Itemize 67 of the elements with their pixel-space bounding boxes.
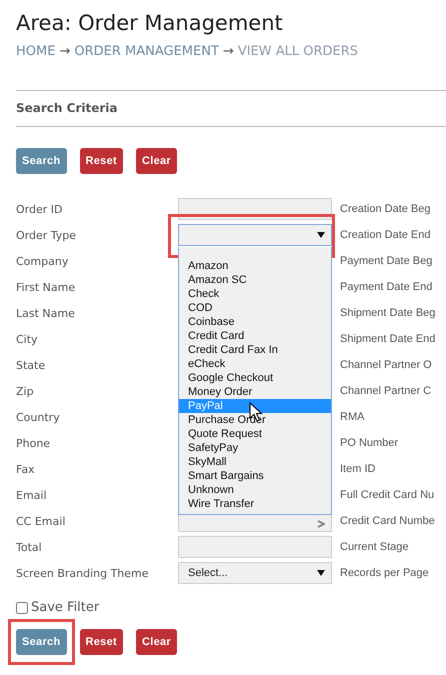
- field-label: Email: [16, 488, 48, 502]
- breadcrumb-link[interactable]: ORDER MANAGEMENT: [74, 44, 219, 60]
- field-label: RMA: [340, 411, 364, 423]
- dropdown-option[interactable]: Amazon SC: [179, 273, 331, 287]
- page-title: Area: Order Management: [16, 10, 284, 37]
- field-label: Phone: [16, 436, 52, 450]
- field-label: Zip: [16, 384, 35, 398]
- field-label: First Name: [16, 280, 76, 294]
- field-label: Creation Date Beg: [340, 203, 430, 215]
- field-label: Total: [16, 540, 43, 554]
- field-label: Full Credit Card Nu: [340, 489, 434, 501]
- dropdown-option[interactable]: Quote Request: [179, 427, 331, 441]
- field-label: Order Type: [16, 228, 78, 242]
- dropdown-option[interactable]: Credit Card Fax In: [179, 343, 331, 357]
- field-label: Channel Partner C: [340, 385, 432, 397]
- field-label: Credit Card Numbe: [340, 515, 435, 527]
- chevron-icon: [317, 520, 325, 528]
- field-label: Channel Partner O: [340, 359, 432, 371]
- field-label: Shipment Date End: [340, 333, 436, 345]
- field-label: Records per Page: [340, 567, 429, 579]
- caret-icon: [317, 232, 325, 238]
- dropdown-option[interactable]: SafetyPay: [179, 441, 331, 455]
- field-label: Fax: [16, 462, 36, 476]
- breadcrumb-separator: →: [222, 44, 234, 60]
- caret-icon: [317, 570, 325, 576]
- dropdown-option[interactable]: Smart Bargains: [179, 469, 331, 483]
- field-label: State: [16, 358, 46, 372]
- clear-button[interactable]: Clear: [136, 148, 177, 174]
- select-field[interactable]: Select...: [178, 562, 332, 584]
- dropdown-option[interactable]: eCheck: [179, 357, 331, 371]
- section-title: Search Criteria: [16, 100, 118, 117]
- checkbox[interactable]: [16, 602, 28, 614]
- dropdown-option[interactable]: Check: [179, 287, 331, 301]
- checkbox-label: Save Filter: [31, 600, 100, 615]
- field-label: Last Name: [16, 306, 76, 320]
- dropdown-option[interactable]: Money Order: [179, 385, 331, 399]
- field-label: Item ID: [340, 463, 376, 475]
- reset-button[interactable]: Reset: [80, 629, 123, 655]
- field-label: Screen Branding Theme: [16, 566, 150, 580]
- breadcrumb-separator: →: [59, 44, 70, 60]
- dropdown-option[interactable]: Unknown: [179, 483, 331, 497]
- field-label: PO Number: [340, 437, 398, 449]
- dropdown-option[interactable]: Credit Card: [179, 329, 331, 343]
- breadcrumb-current: VIEW ALL ORDERS: [238, 44, 358, 60]
- dropdown-option[interactable]: COD: [179, 301, 331, 315]
- dropdown-option[interactable]: SkyMall: [179, 455, 331, 469]
- dropdown-option[interactable]: Amazon: [179, 259, 331, 273]
- dropdown-option[interactable]: Google Checkout: [179, 371, 331, 385]
- field-label: Country: [16, 410, 61, 424]
- field-label: Order ID: [16, 202, 64, 216]
- search-button[interactable]: Search: [16, 148, 66, 174]
- breadcrumb-link[interactable]: HOME: [16, 44, 56, 60]
- clear-button[interactable]: Clear: [136, 629, 177, 655]
- select-field[interactable]: [178, 224, 332, 246]
- input-field[interactable]: [178, 536, 332, 558]
- field-label: Payment Date End: [340, 281, 432, 293]
- dropdown-option[interactable]: Wire Transfer: [179, 497, 331, 511]
- dropdown-option[interactable]: Coinbase: [179, 315, 331, 329]
- field-label: Creation Date End: [340, 229, 430, 241]
- search-button[interactable]: Search: [16, 629, 66, 655]
- field-label: Shipment Date Beg: [340, 307, 436, 319]
- field-label: Company: [16, 254, 70, 268]
- field-label: CC Email: [16, 514, 66, 528]
- field-label: City: [16, 332, 39, 346]
- reset-button[interactable]: Reset: [80, 148, 123, 174]
- field-label: Payment Date Beg: [340, 255, 432, 267]
- field-label: Current Stage: [340, 541, 408, 553]
